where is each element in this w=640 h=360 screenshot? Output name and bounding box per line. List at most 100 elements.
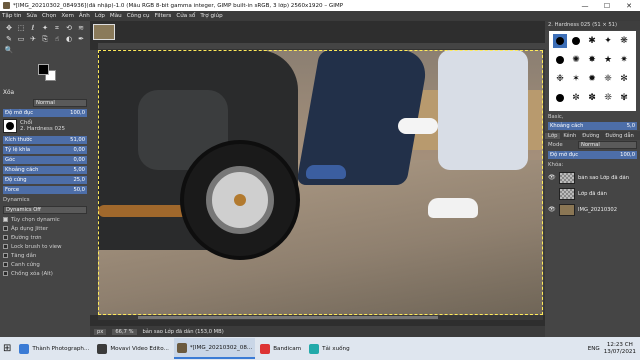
option-checkbox[interactable]: Chống xóa (Alt) [3,269,87,278]
zoom-icon[interactable]: 🔍 [4,46,14,55]
option-slider[interactable]: Độ cứng 25,0 [3,175,87,184]
layer-mode-select[interactable]: Normal [578,140,637,149]
rotate-icon[interactable]: ⟲ [64,24,74,33]
brush-cell[interactable]: ✻ [617,72,631,86]
rect-select-icon[interactable]: ⬚ [16,24,26,33]
option-slider[interactable]: Góc 0,00 [3,155,87,164]
layer-name[interactable]: Lớp đã dán [578,191,607,197]
menu-item[interactable]: Ảnh [79,13,90,19]
menu-item[interactable]: Sửa [26,13,37,19]
brush-cell[interactable] [553,53,567,67]
brush-cell[interactable]: ✦ [601,34,615,48]
zoom-select[interactable]: 66,7 % [112,328,137,335]
dock-tab[interactable]: Kênh [560,133,579,139]
option-checkbox[interactable]: Đường trơn [3,233,87,242]
option-slider[interactable]: Khoảng cách 5,00 [3,165,87,174]
brush-cell[interactable]: ✼ [569,91,583,105]
option-checkbox[interactable]: Tăng dần [3,251,87,260]
language-indicator[interactable]: ENG [588,346,600,352]
brush-cell[interactable]: ✱ [585,34,599,48]
layer-name[interactable]: bản sao Lớp đã dán [578,175,629,181]
maximize-button[interactable]: ☐ [596,2,618,10]
clone-icon[interactable]: ⎘ [40,35,50,44]
brush-cell[interactable]: ❊ [601,91,615,105]
brush-cell[interactable]: ✽ [585,91,599,105]
opacity-slider[interactable]: Độ mờ đục 100,0 [3,108,87,117]
brush-cell[interactable]: ✶ [569,72,583,86]
checkbox-box[interactable] [3,226,8,231]
dock-tab[interactable]: Đường dẫn [602,133,636,139]
menu-item[interactable]: Màu [110,13,122,19]
checkbox-box[interactable] [3,271,8,276]
layer-opacity-slider[interactable]: Độ mờ đục 100,0 [548,150,637,159]
mode-select[interactable]: Normal [33,98,87,107]
eraser-icon[interactable]: ▭ [16,35,26,44]
brush-cell[interactable]: ✾ [617,91,631,105]
paths-icon[interactable]: ✒ [76,35,86,44]
brush-preset[interactable]: Basic, [545,112,640,121]
warp-icon[interactable]: ≋ [76,24,86,33]
option-checkbox[interactable]: Lock brush to view [3,242,87,251]
airbrush-icon[interactable]: ✈ [28,35,38,44]
brush-cell[interactable]: ❉ [553,72,567,86]
minimize-button[interactable]: — [574,2,596,10]
image-canvas[interactable] [98,50,543,315]
taskbar-item[interactable]: *[IMG_20210302_08... [173,338,256,359]
clock[interactable]: 12:23 CH 13/07/2021 [604,342,636,356]
taskbar-item[interactable]: Bandicam [257,338,304,359]
dodge-icon[interactable]: ◐ [64,35,74,44]
layer-row[interactable]: 👁 IMG_20210302 [545,202,640,217]
checkbox-box[interactable] [3,253,8,258]
move-icon[interactable]: ✥ [4,24,14,33]
option-slider[interactable]: Force 50,0 [3,185,87,194]
brush-cell[interactable] [569,34,583,48]
brush-cell[interactable]: ✹ [585,72,599,86]
checkbox-box[interactable] [3,244,8,249]
menu-item[interactable]: Chọn [42,13,56,19]
checkbox-box[interactable] [3,262,8,267]
taskbar-item[interactable]: Movavi Video Edito... [94,338,172,359]
image-tab-thumbnail[interactable] [93,24,115,40]
unit-select[interactable]: px [94,328,107,335]
foreground-color-swatch[interactable] [38,64,49,75]
close-button[interactable]: ✕ [618,2,640,10]
option-checkbox[interactable]: Áp dụng Jitter [3,224,87,233]
menu-item[interactable]: Công cụ [127,13,150,19]
brush-selector[interactable]: Chổi 2. Hardness 025 [3,119,87,133]
menu-item[interactable]: Trợ giúp [200,13,222,19]
menu-item[interactable]: Cửa sổ [176,13,195,19]
crop-icon[interactable]: ⌗ [52,24,62,33]
brush-cell[interactable] [553,34,567,48]
brush-preview[interactable] [3,119,17,133]
taskbar-item[interactable]: Thành Photograph... [16,338,92,359]
dock-tab[interactable]: Đường [579,133,602,139]
option-checkbox[interactable]: Tùy chọn dynamic [3,215,87,224]
windows-start-icon[interactable]: ⊞ [0,338,14,359]
option-slider[interactable]: Kích thước 51,00 [3,135,87,144]
menu-item[interactable]: Tập tin [2,13,21,19]
checkbox-box[interactable] [3,235,8,240]
eye-icon[interactable]: 👁 [548,206,556,213]
horizontal-scrollbar[interactable] [98,315,543,320]
layer-row[interactable]: Lớp đã dán [545,186,640,201]
taskbar-item[interactable]: Tải xuống [306,338,353,359]
brush-cell[interactable]: ✷ [617,53,631,67]
menu-item[interactable]: Filters [155,13,172,19]
spacing-slider[interactable]: Khoảng cách 5,0 [548,121,637,130]
option-slider[interactable]: Tỷ lệ khía 0,00 [3,145,87,154]
dynamics-select[interactable]: Dynamics Off [3,205,87,214]
menu-item[interactable]: Lớp [95,13,105,19]
dock-tab[interactable]: Lớp [545,132,561,139]
menu-item[interactable]: Xem [61,13,73,19]
fuzzy-select-icon[interactable]: ✦ [40,24,50,33]
layer-name[interactable]: IMG_20210302 [578,207,617,213]
paintbrush-icon[interactable]: ✎ [4,35,14,44]
brush-cell[interactable]: ✸ [585,53,599,67]
brush-cell[interactable]: ✺ [569,53,583,67]
option-checkbox[interactable]: Canh cứng [3,260,87,269]
brush-cell[interactable]: ★ [601,53,615,67]
eye-icon[interactable]: 👁 [548,174,556,181]
brush-cell[interactable]: ❋ [617,34,631,48]
layer-row[interactable]: 👁 bản sao Lớp đã dán [545,170,640,185]
brush-cell[interactable] [553,91,567,105]
